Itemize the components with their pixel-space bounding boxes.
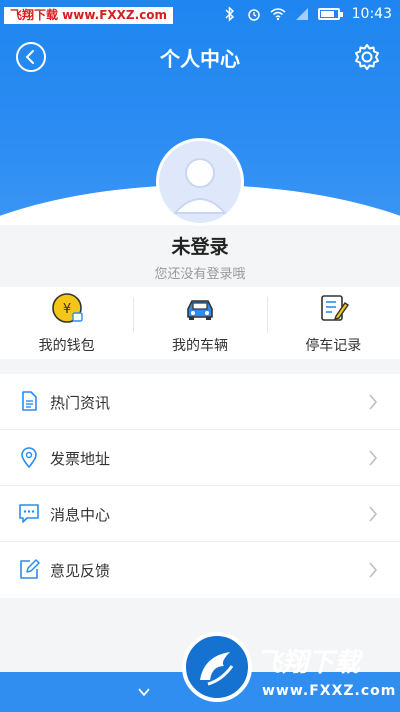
user-placeholder-icon	[159, 141, 241, 223]
quick-item-parking-record[interactable]: 停车记录	[267, 287, 400, 359]
status-bar: 飞翔下载 www.FXXZ.com 10:43	[0, 0, 400, 30]
message-icon	[19, 504, 39, 523]
list-item-invoice-address[interactable]: 发票地址	[0, 430, 400, 486]
watermark-label: 飞翔下载 www.FXXZ.com	[4, 7, 174, 24]
list-item-news[interactable]: 热门资讯	[0, 374, 400, 430]
chevron-right-icon	[369, 394, 378, 410]
brand-logo-icon	[182, 632, 252, 702]
login-hint: 您还没有登录哦	[154, 267, 246, 282]
user-name[interactable]: 未登录	[0, 232, 400, 259]
brand-url: www.FXXZ.com	[262, 683, 397, 699]
status-time: 10:43	[351, 6, 392, 22]
quick-item-car[interactable]: 我的车辆	[133, 287, 266, 359]
quick-item-wallet[interactable]: ¥ 我的钱包	[0, 287, 133, 359]
wifi-icon	[270, 8, 286, 21]
svg-text:¥: ¥	[63, 302, 71, 317]
top-nav: 个人中心	[0, 30, 400, 82]
document-icon	[22, 391, 37, 411]
chevron-right-icon	[369, 450, 378, 466]
list-item-feedback-label: 意见反馈	[50, 562, 111, 580]
quick-item-wallet-label: 我的钱包	[38, 338, 95, 354]
edit-icon	[20, 559, 40, 579]
page-title: 个人中心	[160, 47, 240, 71]
quick-actions: ¥ 我的钱包 我的车辆 停车记录	[0, 287, 400, 359]
quick-item-car-label: 我的车辆	[171, 338, 228, 354]
list-item-messages-label: 消息中心	[50, 506, 111, 524]
wallet-icon: ¥	[51, 293, 83, 323]
list-item-news-label: 热门资讯	[50, 394, 111, 412]
signal-icon	[295, 8, 308, 20]
brand-name: 飞翔下载	[256, 648, 361, 678]
list-item-invoice-address-label: 发票地址	[50, 450, 111, 468]
chevron-down-icon[interactable]	[136, 684, 152, 700]
battery-icon	[317, 8, 343, 20]
settings-icon[interactable]	[352, 42, 382, 72]
status-icons: 10:43	[222, 6, 392, 22]
avatar[interactable]	[156, 138, 244, 226]
alarm-icon	[247, 9, 260, 21]
list-item-messages[interactable]: 消息中心	[0, 486, 400, 542]
list-item-feedback[interactable]: 意见反馈	[0, 542, 400, 598]
menu-list: 热门资讯 发票地址 消息中心 意见反馈	[0, 374, 400, 598]
parking-record-icon	[321, 295, 350, 321]
car-icon	[187, 300, 213, 320]
quick-item-parking-record-label: 停车记录	[305, 338, 362, 354]
chevron-right-icon	[369, 506, 378, 522]
location-pin-icon	[21, 447, 37, 468]
bluetooth-icon	[225, 6, 234, 22]
chevron-right-icon	[369, 562, 378, 578]
